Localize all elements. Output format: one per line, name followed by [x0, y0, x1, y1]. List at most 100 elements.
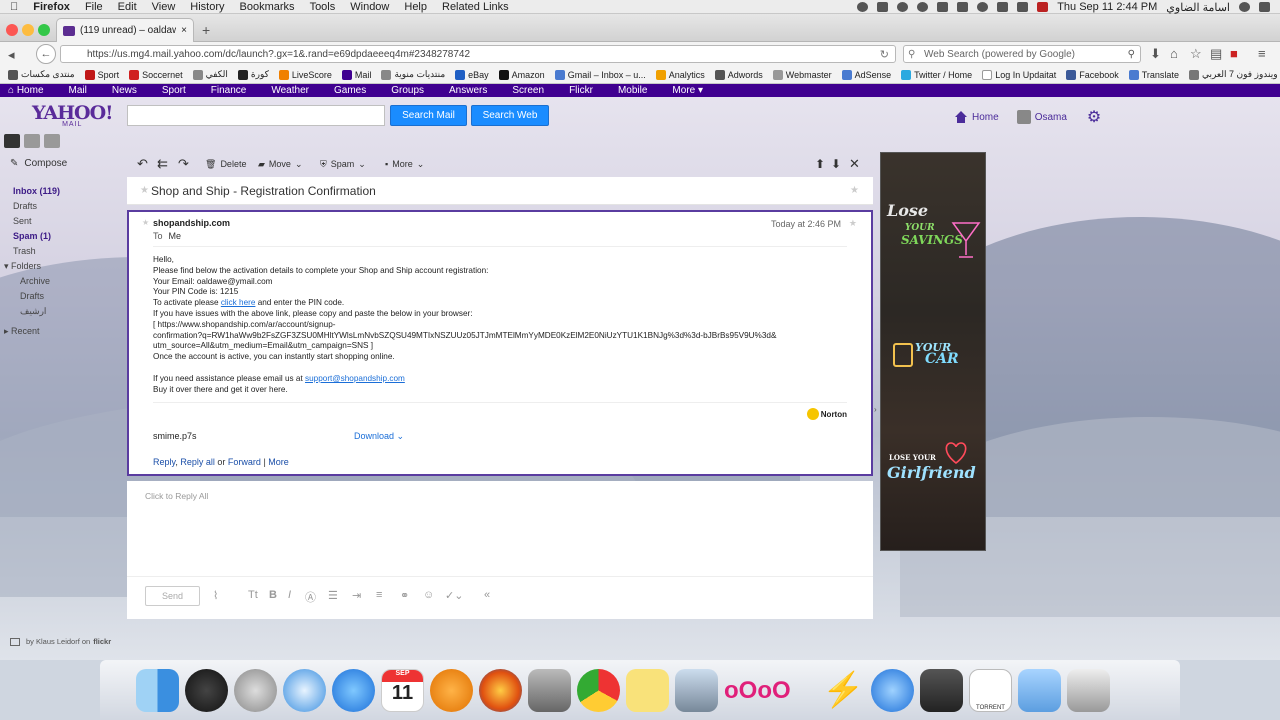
search-icon[interactable]: ⚲	[1128, 49, 1135, 60]
attach-icon[interactable]: ⌇	[213, 589, 218, 602]
minimize-window-button[interactable]	[22, 24, 34, 36]
calendar-icon[interactable]: SEP 11	[381, 669, 424, 712]
bookmark-item[interactable]: Sport	[84, 69, 119, 80]
next-message-icon[interactable]: ⬇	[831, 157, 841, 171]
collapse-icon[interactable]: «	[484, 589, 490, 601]
close-icon[interactable]: ✕	[849, 156, 860, 172]
bold-icon[interactable]: B	[269, 589, 277, 601]
ynav-more[interactable]: More ▾	[672, 85, 703, 96]
ynav-finance[interactable]: Finance	[211, 85, 247, 96]
itunes-icon[interactable]	[871, 669, 914, 712]
safari-icon[interactable]	[283, 669, 326, 712]
menu-bookmarks[interactable]: Bookmarks	[240, 1, 295, 13]
display-icon[interactable]	[957, 2, 969, 12]
reply-icon[interactable]: ↶	[137, 156, 148, 172]
more-link[interactable]: More	[268, 457, 289, 467]
home-icon[interactable]: ⌂	[1170, 46, 1178, 61]
sidebar-item-arabic-archive[interactable]: ارشيف	[20, 306, 46, 317]
applications-folder-icon[interactable]	[1018, 669, 1061, 712]
bookmark-item[interactable]: LiveScore	[278, 69, 332, 80]
bookmark-item[interactable]: ويندوز فون 7 العربي	[1188, 69, 1278, 80]
forward-link[interactable]: Forward	[228, 457, 261, 467]
user-link[interactable]: Osama	[1016, 110, 1067, 124]
dvd-player-icon[interactable]	[920, 669, 963, 712]
bookmark-item[interactable]: Analytics	[655, 69, 705, 80]
sender[interactable]: shopandship.com	[153, 218, 230, 228]
addon-icon[interactable]: ■	[1230, 46, 1238, 61]
menu-history[interactable]: History	[190, 1, 224, 13]
bookmark-item[interactable]: كورة	[237, 69, 269, 80]
menu-help[interactable]: Help	[404, 1, 427, 13]
click-here-link[interactable]: click here	[221, 298, 256, 307]
collapse-ad-icon[interactable]: ›	[874, 405, 877, 414]
flickr-uploader-icon[interactable]: oOoO	[724, 669, 816, 712]
ynav-groups[interactable]: Groups	[391, 85, 424, 96]
web-search-placeholder[interactable]: Web Search (powered by Google)	[924, 49, 1075, 60]
maximize-window-button[interactable]	[38, 24, 50, 36]
menu-view[interactable]: View	[152, 1, 176, 13]
reply-all-link[interactable]: Reply all	[180, 457, 215, 467]
support-email-link[interactable]: support@shopandship.com	[305, 374, 405, 383]
wifi-icon[interactable]	[917, 2, 929, 12]
recipient-name[interactable]: Me	[169, 231, 182, 241]
timemachine-icon[interactable]	[977, 2, 989, 12]
ynav-mobile[interactable]: Mobile	[618, 85, 647, 96]
advertisement[interactable]: Lose YOUR SAVINGS YOUR CAR LOSE YOUR Gir…	[880, 152, 986, 551]
sidebar-item-folders[interactable]: ▾ Folders	[4, 261, 41, 272]
ibooks-icon[interactable]	[430, 669, 473, 712]
app-store-icon[interactable]	[332, 669, 375, 712]
star-icon[interactable]: ★	[142, 218, 149, 227]
menu-window[interactable]: Window	[350, 1, 389, 13]
menu-clock[interactable]: Thu Sep 11 2:44 PM	[1057, 1, 1157, 13]
launchpad-icon[interactable]	[234, 669, 277, 712]
bookmark-star-icon[interactable]: ☆	[1190, 46, 1202, 62]
bookmark-item[interactable]: eBay	[455, 69, 489, 80]
finder-icon[interactable]	[136, 669, 179, 712]
stickies-icon[interactable]	[626, 669, 669, 712]
back-button[interactable]: ←	[36, 44, 56, 64]
menu-user[interactable]: اسامة الضاوي	[1166, 1, 1230, 14]
bookmark-item[interactable]: Adwords	[714, 69, 763, 80]
forward-icon[interactable]: ↷	[178, 156, 189, 172]
delete-button[interactable]: 🗑 Delete	[205, 159, 246, 170]
ynav-news[interactable]: News	[112, 85, 137, 96]
web-search-bar[interactable]: ⚲ Web Search (powered by Google) ⚲	[903, 45, 1141, 63]
downloads-icon[interactable]: ⬇	[1150, 46, 1161, 62]
iphoto-icon[interactable]	[675, 669, 718, 712]
sidebar-item-inbox[interactable]: Inbox (119)	[13, 186, 60, 196]
bookmark-item[interactable]: AdSense	[841, 69, 891, 80]
download-button[interactable]: Download ⌄	[354, 431, 404, 442]
sidebar-item-drafts[interactable]: Drafts	[13, 201, 37, 211]
more-button[interactable]: ▪ More ⌄	[385, 159, 424, 170]
bookmark-item[interactable]: منتدى مكسات	[8, 69, 75, 80]
sidebar-item-archive[interactable]: Archive	[20, 276, 50, 286]
browser-tab[interactable]: (119 unread) – oaldawe@y... ×	[56, 18, 194, 42]
bookmarks-menu-icon[interactable]: ▤	[1210, 46, 1222, 62]
emoji-icon[interactable]: ☺	[423, 589, 434, 601]
trash-icon[interactable]	[1067, 669, 1110, 712]
close-window-button[interactable]	[6, 24, 18, 36]
sidebar-item-sent[interactable]: Sent	[13, 216, 32, 226]
calendar-view-icon[interactable]	[44, 134, 60, 148]
ynav-weather[interactable]: Weather	[271, 85, 309, 96]
firefox-icon[interactable]	[479, 669, 522, 712]
menu-file[interactable]: File	[85, 1, 103, 13]
battery-icon[interactable]	[937, 2, 949, 12]
flag-star-icon[interactable]: ★	[850, 185, 859, 196]
volume-icon[interactable]	[1017, 2, 1029, 12]
system-preferences-icon[interactable]	[528, 669, 571, 712]
ynav-screen[interactable]: Screen	[512, 85, 544, 96]
bookmark-item[interactable]: Translate	[1128, 69, 1179, 80]
bookmark-item[interactable]: Amazon	[498, 69, 545, 80]
search-engine-icon[interactable]: ⚲	[908, 49, 915, 60]
sidebar-item-spam[interactable]: Spam (1)	[13, 231, 51, 241]
flag-icon[interactable]	[1037, 2, 1049, 12]
bookmark-item[interactable]: Mail	[341, 69, 371, 80]
font-size-icon[interactable]: Tt	[248, 589, 258, 601]
reply-all-icon[interactable]: ⇇	[157, 156, 168, 172]
home-link[interactable]: Home	[954, 110, 999, 124]
menu-icon[interactable]: ≡	[1258, 46, 1266, 61]
flag-star-icon[interactable]: ★	[849, 218, 857, 229]
spellcheck-icon[interactable]: ✓⌄	[445, 589, 463, 602]
star-icon[interactable]: ★	[140, 185, 149, 196]
